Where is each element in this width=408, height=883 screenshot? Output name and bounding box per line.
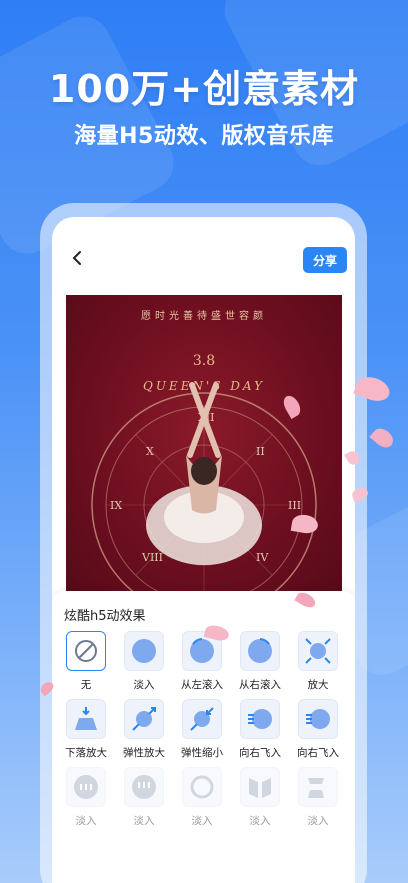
- effect-tile: [240, 631, 280, 671]
- effect-tile: [298, 699, 338, 739]
- effect-tile: [66, 767, 106, 807]
- effect-tile: [298, 767, 338, 807]
- svg-text:IV: IV: [256, 551, 269, 564]
- effect-tile: [124, 767, 164, 807]
- editor-screen: 分享 愿时光善待盛世容颜 3.8 QUEEN'S DAY XII IX III: [52, 217, 355, 883]
- effect-elastic-zoom-out[interactable]: 弹性缩小: [176, 699, 228, 760]
- effect-fade-in[interactable]: 淡入: [292, 767, 344, 828]
- effect-tile: [124, 699, 164, 739]
- effect-label: 淡入: [249, 815, 271, 827]
- effect-none[interactable]: 无: [60, 631, 112, 692]
- effect-label: 从左滚入: [181, 679, 223, 691]
- effect-label: 从右滚入: [239, 679, 281, 691]
- petal-decoration: [369, 424, 397, 452]
- effect-tile: [66, 631, 106, 671]
- effect-label: 弹性放大: [123, 747, 165, 759]
- effect-fly-in-right[interactable]: 向右飞入: [292, 699, 344, 760]
- fade-in-icon: [74, 775, 98, 799]
- effect-label: 向右飞入: [297, 747, 339, 759]
- effect-elastic-zoom-in[interactable]: 弹性放大: [118, 699, 170, 760]
- effect-fade-in[interactable]: 淡入: [60, 767, 112, 828]
- effect-tile: [298, 631, 338, 671]
- effect-drop-zoom[interactable]: 下落放大: [60, 699, 112, 760]
- zoom-in-icon: [305, 638, 331, 664]
- effect-tile: [240, 699, 280, 739]
- effect-label: 淡入: [307, 815, 329, 827]
- effect-label: 向右飞入: [239, 747, 281, 759]
- elastic-zoom-in-icon: [132, 707, 156, 731]
- effect-fade-in[interactable]: 淡入: [176, 767, 228, 828]
- effect-label: 无: [80, 679, 92, 691]
- fly-in-right-icon: [306, 709, 330, 729]
- svg-text:II: II: [256, 445, 265, 458]
- effects-panel-title: 炫酷h5动效果: [64, 609, 146, 624]
- svg-text:VIII: VIII: [141, 551, 163, 564]
- fly-in-right-icon: [248, 709, 272, 729]
- fade-in-icon: [132, 775, 156, 799]
- effect-fade-in[interactable]: 淡入: [118, 631, 170, 692]
- effect-zoom-in[interactable]: 放大: [292, 631, 344, 692]
- elastic-zoom-out-icon: [190, 707, 214, 731]
- effect-fade-in[interactable]: 淡入: [234, 767, 286, 828]
- roll-in-right-icon: [248, 638, 272, 663]
- effect-fly-in-right[interactable]: 向右飞入: [234, 699, 286, 760]
- drop-zoom-icon: [75, 707, 97, 730]
- poster-preview[interactable]: 愿时光善待盛世容颜 3.8 QUEEN'S DAY XII IX III X: [66, 295, 342, 595]
- effect-tile: [182, 767, 222, 807]
- effect-tile: [66, 699, 106, 739]
- effect-label: 淡入: [191, 815, 213, 827]
- fade-in-icon: [190, 775, 214, 799]
- effect-label: 淡入: [133, 815, 155, 827]
- fade-in-icon: [249, 778, 271, 798]
- none-icon: [75, 640, 97, 662]
- fade-in-icon: [308, 778, 324, 798]
- share-button[interactable]: 分享: [303, 247, 347, 273]
- back-button[interactable]: [66, 247, 88, 269]
- effect-label: 淡入: [75, 815, 97, 827]
- effect-label: 淡入: [133, 679, 155, 691]
- chevron-left-icon: [72, 251, 81, 265]
- effect-label: 放大: [307, 679, 329, 691]
- svg-text:III: III: [288, 499, 301, 512]
- fade-in-icon: [132, 639, 156, 663]
- clock-illustration: XII IX III X II VIII IV: [91, 382, 317, 595]
- effect-tile: [124, 631, 164, 671]
- svg-text:IX: IX: [110, 499, 122, 512]
- promo-headline: 100万+创意素材: [48, 67, 360, 111]
- effect-label: 下落放大: [65, 747, 107, 759]
- effect-tile: [240, 767, 280, 807]
- svg-text:X: X: [146, 445, 154, 458]
- effect-fade-in[interactable]: 淡入: [118, 767, 170, 828]
- promo-subline: 海量H5动效、版权音乐库: [74, 124, 334, 149]
- effect-tile: [182, 699, 222, 739]
- effect-label: 弹性缩小: [181, 747, 223, 759]
- phone-frame: 分享 愿时光善待盛世容颜 3.8 QUEEN'S DAY XII IX III: [40, 203, 367, 883]
- roll-in-left-icon: [190, 638, 214, 663]
- effect-roll-in-right[interactable]: 从右滚入: [234, 631, 286, 692]
